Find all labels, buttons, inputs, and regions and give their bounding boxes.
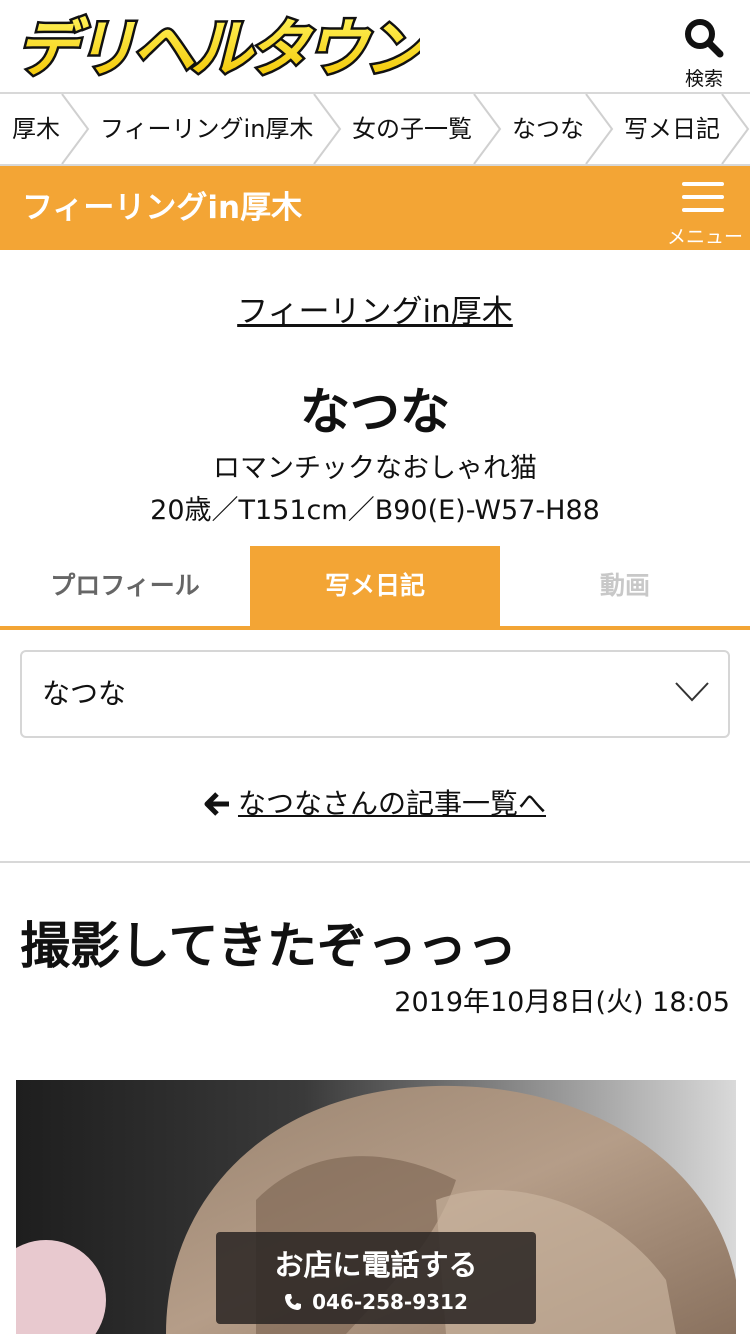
- search-button[interactable]: 検索: [678, 18, 730, 90]
- breadcrumb: 厚木 フィーリングin厚木 女の子一覧 なつな 写メ日記: [0, 92, 750, 166]
- phone-icon: [285, 1294, 302, 1310]
- post-title: 撮影してきたぞっっっ: [20, 917, 517, 975]
- breadcrumb-item-area[interactable]: 厚木: [12, 94, 60, 164]
- call-shop-button[interactable]: お店に電話する 046-258-9312: [216, 1232, 536, 1324]
- chevron-right-icon: [721, 94, 750, 164]
- chevron-right-icon: [585, 94, 614, 164]
- call-shop-label: お店に電話する: [274, 1248, 478, 1282]
- shop-bar-title[interactable]: フィーリングin厚木: [22, 166, 302, 250]
- girl-catchphrase: ロマンチックなおしゃれ猫: [213, 453, 537, 484]
- tab-video: 動画: [599, 571, 650, 600]
- profile-tabs: プロフィール 写メ日記 動画: [0, 546, 750, 630]
- girl-name: なつな: [300, 383, 450, 441]
- girl-select[interactable]: なつな: [20, 650, 730, 738]
- phone-number-row: 046-258-9312: [216, 1290, 536, 1314]
- breadcrumb-item-shop[interactable]: フィーリングin厚木: [100, 94, 313, 164]
- chevron-right-icon: [61, 94, 90, 164]
- arrow-left-icon: [204, 792, 229, 816]
- search-icon: [685, 19, 724, 58]
- breadcrumb-item-diary: 写メ日記: [624, 115, 720, 143]
- shop-name-link-wrap: フィーリングin厚木: [0, 286, 750, 331]
- tab-profile[interactable]: プロフィール: [0, 546, 250, 626]
- menu-label: メニュー: [666, 226, 743, 248]
- shop-name-link[interactable]: フィーリングin厚木: [237, 294, 513, 330]
- back-link-text: なつなさんの記事一覧へ: [237, 787, 546, 820]
- section-divider: [0, 861, 750, 863]
- chevron-right-icon: [473, 94, 502, 164]
- shop-bar: フィーリングin厚木 メニュー: [0, 166, 750, 250]
- tab-photo-diary[interactable]: 写メ日記: [250, 546, 500, 626]
- menu-button[interactable]: メニュー: [666, 178, 744, 248]
- breadcrumb-item-girls[interactable]: 女の子一覧: [352, 94, 472, 164]
- phone-number: 046-258-9312: [312, 1290, 468, 1314]
- chevron-right-icon: [313, 94, 342, 164]
- svg-text:デリヘルタウン: デリヘルタウン: [16, 12, 420, 82]
- hamburger-icon: [682, 182, 724, 186]
- girl-select-value: なつな: [42, 677, 127, 710]
- post-date: 2019年10月8日(火) 18:05: [394, 987, 730, 1018]
- search-label: 検索: [684, 68, 723, 90]
- back-to-articles-link[interactable]: なつなさんの記事一覧へ: [0, 782, 750, 822]
- site-logo[interactable]: デリヘルタウン: [8, 10, 421, 82]
- breadcrumb-item-girl[interactable]: なつな: [512, 94, 584, 164]
- girl-specs: 20歳／T151cm／B90(E)-W57-H88: [150, 495, 600, 526]
- site-header: デリヘルタウン 検索: [0, 0, 750, 92]
- chevron-down-icon: [675, 682, 709, 702]
